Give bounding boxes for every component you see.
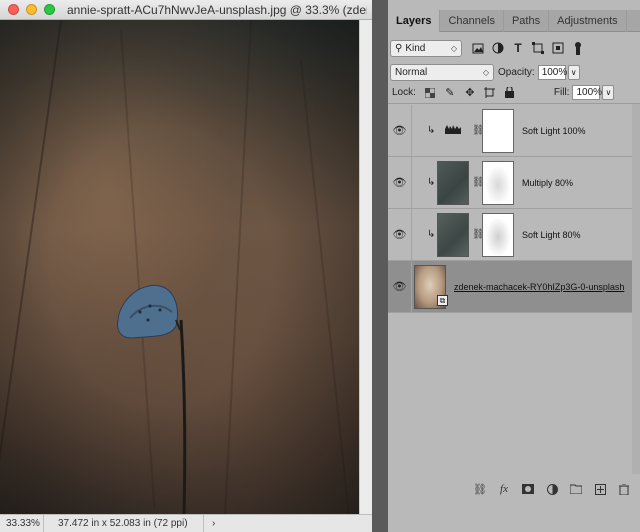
opacity-label: Opacity:: [498, 66, 535, 78]
add-mask-icon[interactable]: [522, 484, 534, 494]
filter-kind-label: Kind: [405, 42, 426, 54]
layer-name[interactable]: Multiply 80%: [522, 178, 573, 188]
visibility-toggle[interactable]: 👁: [388, 209, 412, 260]
fx-icon[interactable]: fx: [498, 483, 510, 495]
pixel-filter-icon[interactable]: [472, 42, 484, 54]
zoom-window-button[interactable]: [44, 4, 55, 15]
layer-row-selected[interactable]: 👁 ⧉ zdenek-machacek-RY0hIZp3G-0-unsplash: [388, 261, 632, 313]
shape-filter-icon[interactable]: [532, 42, 544, 54]
minimize-window-button[interactable]: [26, 4, 37, 15]
search-icon: ⚲: [395, 42, 403, 54]
curves-adjustment-icon: [445, 125, 461, 134]
layer-row[interactable]: 👁 ↳ ⛓ Soft Light 80%: [388, 209, 632, 261]
tab-layers[interactable]: Layers: [388, 10, 441, 32]
trash-icon[interactable]: [618, 483, 630, 495]
document-window: annie-spratt-ACu7hNwvJeA-unsplash.jpg @ …: [0, 0, 372, 532]
workspace-background: [372, 0, 388, 532]
layer-mask-thumbnail[interactable]: [482, 213, 514, 257]
layer-name[interactable]: Soft Light 80%: [522, 230, 581, 240]
vertical-scrollbar[interactable]: [359, 20, 372, 514]
lock-position-icon[interactable]: ✥: [464, 87, 476, 99]
close-window-button[interactable]: [8, 4, 19, 15]
link-layers-icon[interactable]: ⛓: [473, 483, 487, 496]
layers-panel: Layers Channels Paths Adjustments ⚲ Kind…: [388, 0, 640, 532]
adjustment-filter-icon[interactable]: [492, 42, 504, 54]
document-dimensions: 37.472 in x 52.083 in (72 ppi): [44, 515, 204, 532]
layer-thumbnail[interactable]: [437, 161, 469, 205]
tab-adjustments[interactable]: Adjustments: [549, 10, 627, 32]
image-canvas[interactable]: [0, 20, 359, 514]
lock-all-icon[interactable]: [504, 87, 516, 99]
fill-input[interactable]: 100%: [572, 85, 602, 100]
document-titlebar[interactable]: annie-spratt-ACu7hNwvJeA-unsplash.jpg @ …: [0, 0, 372, 20]
visibility-toggle[interactable]: 👁: [388, 105, 412, 156]
layer-thumbnail[interactable]: [437, 213, 469, 257]
opacity-dropdown[interactable]: ∨: [567, 64, 580, 80]
lock-brush-icon[interactable]: ✎: [444, 87, 456, 99]
eye-icon: 👁: [392, 125, 407, 137]
status-bar: 33.33% 37.472 in x 52.083 in (72 ppi) ›: [0, 514, 372, 532]
document-title: annie-spratt-ACu7hNwvJeA-unsplash.jpg @ …: [67, 2, 367, 17]
smart-object-badge-icon: ⧉: [437, 295, 448, 306]
new-layer-icon[interactable]: [594, 483, 606, 495]
new-group-folder-icon[interactable]: [570, 484, 582, 494]
layer-mask-thumbnail[interactable]: [482, 109, 514, 153]
clip-arrow-icon: ↳: [427, 125, 436, 136]
panel-tabs: Layers Channels Paths Adjustments: [388, 10, 640, 32]
blend-mode-select[interactable]: Normal ◇: [390, 63, 494, 81]
fill-dropdown[interactable]: ∨: [602, 85, 615, 100]
layer-row[interactable]: 👁 ↳ ⛓ Multiply 80%: [388, 157, 632, 209]
zoom-level[interactable]: 33.33%: [0, 515, 44, 532]
panel-scrollbar[interactable]: [632, 104, 640, 474]
blend-mode-value: Normal: [395, 66, 428, 78]
chevron-down-icon: ◇: [450, 43, 457, 53]
blend-row: Normal ◇ Opacity: 100% ∨: [388, 62, 640, 82]
clip-arrow-icon: ↳: [427, 229, 436, 240]
visibility-toggle[interactable]: 👁: [388, 157, 412, 208]
layer-name[interactable]: zdenek-machacek-RY0hIZp3G-0-unsplash: [454, 282, 624, 292]
filter-toggle-icon[interactable]: [572, 42, 584, 55]
tab-paths[interactable]: Paths: [504, 10, 550, 32]
filter-kind-select[interactable]: ⚲ Kind ◇: [390, 39, 462, 57]
eye-icon: 👁: [392, 229, 407, 241]
opacity-input[interactable]: 100%: [537, 64, 567, 80]
layer-filter-row: ⚲ Kind ◇ T: [388, 37, 640, 59]
tab-channels[interactable]: Channels: [440, 10, 504, 32]
visibility-toggle[interactable]: 👁: [388, 261, 412, 312]
butterfly-on-stem: [117, 284, 187, 514]
layer-name[interactable]: Soft Light 100%: [522, 126, 586, 136]
adjustment-layer-icon[interactable]: [546, 483, 558, 495]
eye-icon: 👁: [392, 281, 407, 293]
clip-arrow-icon: ↳: [427, 177, 436, 188]
lock-artboard-icon[interactable]: [484, 87, 496, 99]
smart-object-filter-icon[interactable]: [552, 42, 564, 54]
lock-transparent-icon[interactable]: [424, 87, 436, 99]
type-filter-icon[interactable]: T: [512, 41, 524, 55]
lock-row: Lock: ✎ ✥ Fill: 100% ∨: [388, 84, 640, 104]
status-menu-arrow[interactable]: ›: [204, 518, 215, 529]
lock-label: Lock:: [392, 87, 416, 98]
layer-mask-thumbnail[interactable]: [482, 161, 514, 205]
chevron-down-icon: ◇: [482, 67, 489, 77]
layer-row[interactable]: 👁 ↳ ⛓ Soft Light 100%: [388, 105, 632, 157]
panel-bottom-toolbar: ⛓ fx: [388, 478, 640, 500]
eye-icon: 👁: [392, 177, 407, 189]
fill-label: Fill:: [553, 87, 570, 98]
